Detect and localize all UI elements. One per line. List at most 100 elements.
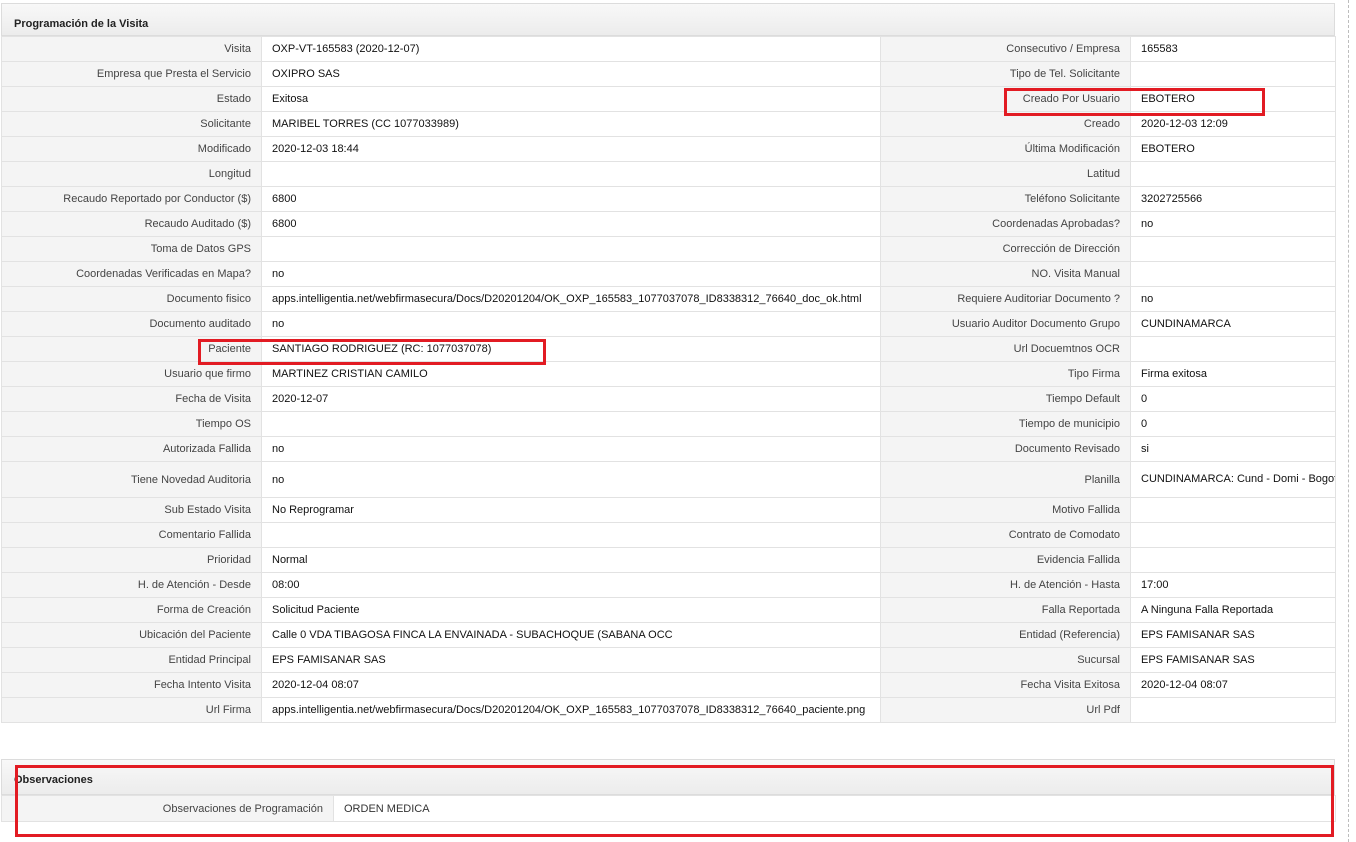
left-label: Tiene Novedad Auditoria bbox=[1, 461, 262, 498]
right-label: Tiempo de municipio bbox=[880, 411, 1131, 437]
right-value: A Ninguna Falla Reportada bbox=[1130, 597, 1336, 623]
table-row: Modificado 2020-12-03 18:44 Última Modific… bbox=[1, 136, 1336, 162]
table-row: Usuario que firmo MARTINEZ CRISTIAN CAMIL… bbox=[1, 361, 1336, 387]
left-label: Fecha de Visita bbox=[1, 386, 262, 412]
right-value: 0 bbox=[1130, 411, 1336, 437]
left-value: MARIBEL TORRES (CC 1077033989) bbox=[261, 111, 881, 137]
section-title: Programación de la Visita bbox=[1, 3, 1335, 36]
right-label: Evidencia Fallida bbox=[880, 547, 1131, 573]
table-row: Tiene Novedad Auditoria no Planilla CUNDINA… bbox=[1, 461, 1336, 498]
table-row: Sub Estado Visita No Reprogramar Motivo F… bbox=[1, 497, 1336, 523]
left-label: Recaudo Reportado por Conductor ($) bbox=[1, 186, 262, 212]
left-value: Exitosa bbox=[261, 86, 881, 112]
right-label: Url Docuemtnos OCR bbox=[880, 336, 1131, 362]
table-row: H. de Atención - Desde 08:00 H. de Atenci… bbox=[1, 572, 1336, 598]
left-label: Usuario que firmo bbox=[1, 361, 262, 387]
right-value bbox=[1130, 61, 1336, 87]
right-label: Sucursal bbox=[880, 647, 1131, 673]
right-label: Última Modificación bbox=[880, 136, 1131, 162]
left-value: apps.intelligentia.net/webfirmasecura/Do… bbox=[261, 286, 881, 312]
right-label: Entidad (Referencia) bbox=[880, 622, 1131, 648]
left-label: Forma de Creación bbox=[1, 597, 262, 623]
left-value: no bbox=[261, 436, 881, 462]
table-row: Comentario Fallida Contrato de Comodato bbox=[1, 522, 1336, 548]
right-value: 2020-12-04 08:07 bbox=[1130, 672, 1336, 698]
table-row: Entidad Principal EPS FAMISANAR SAS Sucur… bbox=[1, 647, 1336, 673]
left-value: apps.intelligentia.net/webfirmasecura/Do… bbox=[261, 697, 881, 723]
right-label: Documento Revisado bbox=[880, 436, 1131, 462]
left-value: OXP-VT-165583 (2020-12-07) bbox=[261, 36, 881, 62]
left-label: Sub Estado Visita bbox=[1, 497, 262, 523]
table-row: Coordenadas Verificadas en Mapa? no NO. Vi… bbox=[1, 261, 1336, 287]
table-row: Autorizada Fallida no Documento Revisado si bbox=[1, 436, 1336, 462]
right-label: Tiempo Default bbox=[880, 386, 1131, 412]
table-row: Solicitante MARIBEL TORRES (CC 1077033989… bbox=[1, 111, 1336, 137]
left-value bbox=[261, 411, 881, 437]
table-row: Forma de Creación Solicitud Paciente Fall… bbox=[1, 597, 1336, 623]
right-value: 165583 bbox=[1130, 36, 1336, 62]
right-value bbox=[1130, 522, 1336, 548]
right-value: Firma exitosa bbox=[1130, 361, 1336, 387]
left-label: Documento auditado bbox=[1, 311, 262, 337]
right-label: NO. Visita Manual bbox=[880, 261, 1131, 287]
left-label: Tiempo OS bbox=[1, 411, 262, 437]
right-value bbox=[1130, 547, 1336, 573]
table-row: Fecha de Visita 2020-12-07 Tiempo Default … bbox=[1, 386, 1336, 412]
table-row: Fecha Intento Visita 2020-12-04 08:07 Fech… bbox=[1, 672, 1336, 698]
left-label: Paciente bbox=[1, 336, 262, 362]
left-label: Autorizada Fallida bbox=[1, 436, 262, 462]
right-value: EBOTERO bbox=[1130, 86, 1336, 112]
right-value: 17:00 bbox=[1130, 572, 1336, 598]
table-row: Longitud Latitud bbox=[1, 161, 1336, 187]
left-value: no bbox=[261, 261, 881, 287]
left-label: Estado bbox=[1, 86, 262, 112]
table-row: Visita OXP-VT-165583 (2020-12-07) Consecu… bbox=[1, 36, 1336, 62]
left-value bbox=[261, 522, 881, 548]
left-value: 2020-12-04 08:07 bbox=[261, 672, 881, 698]
right-value: CUNDINAMARCA bbox=[1130, 311, 1336, 337]
right-value: EBOTERO bbox=[1130, 136, 1336, 162]
left-label: Fecha Intento Visita bbox=[1, 672, 262, 698]
right-value bbox=[1130, 497, 1336, 523]
left-label: Entidad Principal bbox=[1, 647, 262, 673]
right-label: Requiere Auditoriar Documento ? bbox=[880, 286, 1131, 312]
right-label: Contrato de Comodato bbox=[880, 522, 1131, 548]
right-value: CUNDINAMARCA: Cund - Domi - Bogota 04 CE… bbox=[1130, 461, 1336, 498]
table-row: Recaudo Auditado ($) 6800 Coordenadas Apr… bbox=[1, 211, 1336, 237]
right-value bbox=[1130, 697, 1336, 723]
right-value: no bbox=[1130, 211, 1336, 237]
right-value: no bbox=[1130, 286, 1336, 312]
right-value: 0 bbox=[1130, 386, 1336, 412]
observations-panel: Observaciones Observaciones de Programac… bbox=[1, 759, 1336, 822]
left-label: Ubicación del Paciente bbox=[1, 622, 262, 648]
right-value bbox=[1130, 236, 1336, 262]
right-label: Planilla bbox=[880, 461, 1131, 498]
table-row: Recaudo Reportado por Conductor ($) 6800… bbox=[1, 186, 1336, 212]
table-row: Estado Exitosa Creado Por Usuario EBOTERO bbox=[1, 86, 1336, 112]
right-label: Corrección de Dirección bbox=[880, 236, 1131, 262]
table-row: Observaciones de Programación ORDEN MEDI… bbox=[1, 795, 1336, 822]
left-value: SANTIAGO RODRIGUEZ (RC: 1077037078) bbox=[261, 336, 881, 362]
right-label: H. de Atención - Hasta bbox=[880, 572, 1131, 598]
table-row: Documento auditado no Usuario Auditor Docu… bbox=[1, 311, 1336, 337]
right-label: Usuario Auditor Documento Grupo bbox=[880, 311, 1131, 337]
table-row: Empresa que Presta el Servicio OXIPRO SAS… bbox=[1, 61, 1336, 87]
right-value bbox=[1130, 336, 1336, 362]
left-value: Solicitud Paciente bbox=[261, 597, 881, 623]
right-value: 3202725566 bbox=[1130, 186, 1336, 212]
right-label: Tipo de Tel. Solicitante bbox=[880, 61, 1131, 87]
right-label: Url Pdf bbox=[880, 697, 1131, 723]
right-label: Latitud bbox=[880, 161, 1131, 187]
left-label: Toma de Datos GPS bbox=[1, 236, 262, 262]
left-label: Url Firma bbox=[1, 697, 262, 723]
left-value: OXIPRO SAS bbox=[261, 61, 881, 87]
left-value: no bbox=[261, 311, 881, 337]
observations-label: Observaciones de Programación bbox=[1, 795, 334, 822]
left-value: Normal bbox=[261, 547, 881, 573]
visit-details-table: Visita OXP-VT-165583 (2020-12-07) Consecu… bbox=[1, 36, 1336, 723]
left-value: 2020-12-07 bbox=[261, 386, 881, 412]
right-value: EPS FAMISANAR SAS bbox=[1130, 622, 1336, 648]
right-label: Motivo Fallida bbox=[880, 497, 1131, 523]
observations-table: Observaciones de Programación ORDEN MEDI… bbox=[1, 795, 1336, 822]
left-label: Modificado bbox=[1, 136, 262, 162]
